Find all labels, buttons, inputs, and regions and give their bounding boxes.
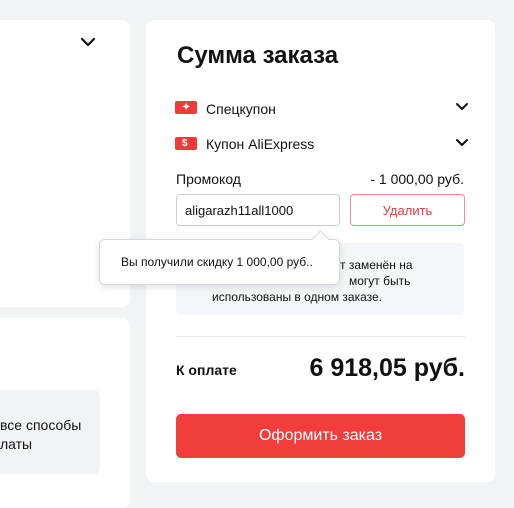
checkout-button[interactable]: Оформить заказ	[176, 414, 465, 458]
promo-discount-value: - 1 000,00 руб.	[370, 171, 464, 187]
payment-methods-line2: латы	[0, 436, 33, 452]
page-title: Сумма заказа	[177, 42, 339, 69]
promo-code-input[interactable]	[176, 194, 340, 226]
special-coupon-label[interactable]: Спецкупон	[206, 101, 276, 117]
promo-code-label: Промокод	[176, 171, 241, 187]
info-line3: использованы в одном заказе.	[212, 290, 383, 304]
info-line1: т заменён на	[340, 258, 413, 272]
pay-total: 6 918,05 руб.	[309, 354, 466, 382]
tooltip-text: Вы получили скидку 1 000,00 руб..	[121, 255, 313, 269]
special-coupon-icon: ✦	[175, 101, 197, 114]
aliexpress-coupon-icon: $	[175, 137, 197, 150]
discount-tooltip: Вы получили скидку 1 000,00 руб..	[99, 230, 340, 285]
chevron-down-icon[interactable]	[455, 102, 469, 112]
payment-methods-box[interactable]: все способы латы	[0, 390, 100, 474]
pay-label: К оплате	[176, 362, 237, 378]
delete-promo-button[interactable]: Удалить	[350, 194, 465, 226]
info-line2: могут быть	[349, 274, 411, 288]
payment-methods-line1: все способы	[0, 417, 82, 433]
chevron-down-icon[interactable]	[80, 36, 96, 48]
divider	[176, 336, 465, 337]
chevron-down-icon[interactable]	[455, 138, 469, 148]
aliexpress-coupon-label[interactable]: Купон AliExpress	[206, 136, 314, 152]
